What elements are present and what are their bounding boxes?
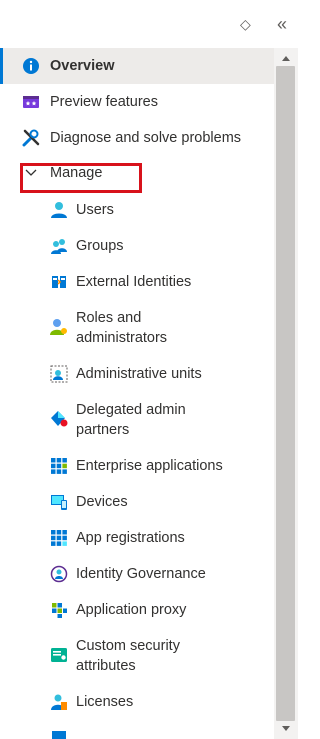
preview-features-icon — [23, 96, 39, 108]
nav-item-label: Identity Governance — [76, 566, 206, 582]
nav-item-application-proxy[interactable]: Application proxy — [0, 592, 274, 628]
nav-item-label: Roles and administrators — [76, 310, 168, 346]
nav-item-preview-features[interactable]: Preview features — [0, 84, 274, 120]
nav-item-roles-and-administrators[interactable]: Roles and administrators — [0, 300, 274, 356]
nav-item-label: Licenses — [76, 694, 134, 710]
nav-item-label: Groups — [76, 238, 124, 254]
scrollbar-thumb[interactable] — [276, 66, 295, 721]
identity-governance-icon — [50, 565, 68, 583]
nav-item-overview[interactable]: Overview — [0, 48, 274, 84]
nav-item-delegated-admin-partners[interactable]: Delegated admin partners — [0, 392, 274, 448]
external-identities-icon — [52, 276, 66, 288]
admin-units-icon — [50, 365, 68, 383]
enterprise-apps-icon — [51, 458, 67, 474]
nav-item-app-registrations[interactable]: App registrations — [0, 520, 274, 556]
nav-item-label: Diagnose and solve problems — [50, 130, 242, 146]
navigation-menu: Overview Preview features Diagnose and s… — [0, 48, 274, 739]
nav-item-groups[interactable]: Groups — [0, 228, 274, 264]
devices-icon — [51, 495, 67, 510]
nav-item-label: Devices — [76, 494, 128, 510]
wrench-icon — [22, 129, 40, 147]
nav-item-diagnose[interactable]: Diagnose and solve problems — [0, 120, 274, 156]
nav-item-devices[interactable]: Devices — [0, 484, 274, 520]
nav-item-label: Enterprise applications — [76, 458, 223, 474]
scroll-up-arrow-icon[interactable] — [279, 52, 293, 66]
nav-item-label: Application proxy — [76, 602, 187, 618]
nav-item-enterprise-applications[interactable]: Enterprise applications — [0, 448, 274, 484]
roles-icon — [50, 319, 67, 335]
scroll-down-arrow-icon[interactable] — [279, 721, 293, 735]
nav-item-label: External Identities — [76, 274, 192, 290]
nav-item-label: Users — [76, 202, 114, 218]
application-proxy-icon — [52, 603, 67, 618]
nav-item-label: Delegated admin partners — [76, 402, 186, 438]
app-registrations-icon — [51, 530, 67, 546]
user-icon — [51, 202, 67, 218]
pin-icon[interactable]: ◇ — [240, 14, 251, 34]
licenses-icon — [51, 694, 67, 710]
nav-item-licenses[interactable]: Licenses — [0, 684, 274, 720]
nav-item-identity-governance[interactable]: Identity Governance — [0, 556, 274, 592]
manage-highlight-box — [20, 163, 142, 193]
nav-item-custom-security-attributes[interactable]: Custom security attributes — [0, 628, 274, 684]
nav-item-label: Custom security attributes — [76, 638, 180, 674]
nav-item-external-identities[interactable]: External Identities — [0, 264, 274, 300]
collapse-menu-icon[interactable]: « — [277, 14, 287, 34]
nav-item-label: App registrations — [76, 530, 185, 546]
groups-icon — [51, 239, 67, 254]
nav-item-users[interactable]: Users — [0, 192, 274, 228]
nav-item-cut-off[interactable] — [0, 720, 274, 739]
custom-attributes-icon — [51, 648, 67, 662]
partial-item-icon — [52, 731, 66, 739]
nav-item-label: Overview — [50, 58, 115, 74]
nav-item-label: Administrative units — [76, 366, 202, 382]
nav-item-label: Preview features — [50, 94, 158, 110]
blade-toolbar: ◇ « — [0, 0, 298, 48]
info-icon — [23, 58, 39, 74]
delegated-admin-icon — [51, 411, 68, 427]
nav-item-administrative-units[interactable]: Administrative units — [0, 356, 274, 392]
